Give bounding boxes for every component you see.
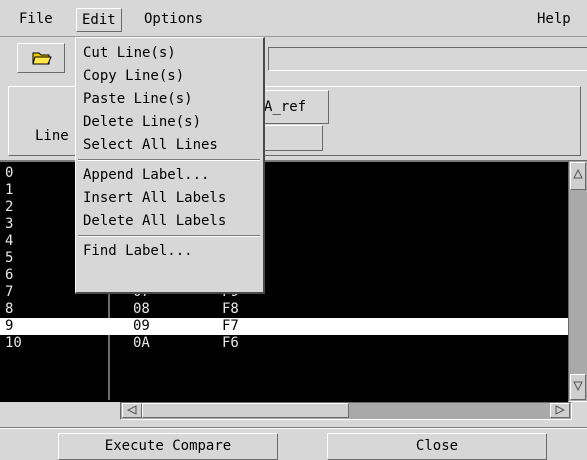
- menu-copy-lines[interactable]: Copy Line(s): [83, 65, 184, 87]
- value-cell: F8: [222, 301, 239, 317]
- menu-separator: [78, 159, 260, 161]
- menu-find-label[interactable]: Find Label...: [83, 240, 193, 262]
- scroll-right-button[interactable]: [550, 403, 570, 418]
- menu-select-all-lines[interactable]: Select All Lines: [83, 134, 218, 156]
- bottom-separator: [0, 427, 587, 429]
- a-ref-label: A_ref: [264, 99, 307, 115]
- menu-separator: [78, 235, 260, 237]
- vertical-scrollbar[interactable]: [568, 160, 587, 402]
- line-cell: 2: [5, 199, 14, 215]
- line-cell: 5: [5, 250, 14, 266]
- execute-compare-button[interactable]: Execute Compare: [58, 433, 278, 460]
- line-cell: 3: [5, 216, 14, 232]
- line-cell: 1: [5, 182, 14, 198]
- menu-options[interactable]: Options: [139, 8, 208, 30]
- horizontal-scroll-thumb[interactable]: [142, 403, 349, 418]
- table-row[interactable]: 10 0A F6: [0, 335, 568, 352]
- arrow-right-icon: [555, 405, 565, 415]
- table-row[interactable]: 9 09 F7: [0, 318, 568, 335]
- a-ref-format-box[interactable]: [258, 125, 323, 151]
- line-cell: 6: [5, 267, 14, 283]
- menu-insert-all-labels[interactable]: Insert All Labels: [83, 187, 226, 209]
- table-row[interactable]: 8 08 F8: [0, 301, 568, 318]
- line-cell: 8: [5, 301, 14, 317]
- edit-dropdown-menu: Cut Line(s) Copy Line(s) Paste Line(s) D…: [75, 37, 265, 294]
- menu-cut-lines[interactable]: Cut Line(s): [83, 42, 176, 64]
- line-cell: 10: [5, 335, 22, 351]
- arrow-left-icon: [127, 405, 137, 415]
- line-cell: 9: [5, 318, 14, 334]
- toolbar-text-field[interactable]: [268, 47, 587, 71]
- scroll-up-button[interactable]: [570, 162, 586, 190]
- folder-open-icon: [32, 50, 52, 66]
- line-cell: 0: [5, 165, 14, 181]
- menu-append-label[interactable]: Append Label...: [83, 164, 209, 186]
- line-column-header: Line: [35, 128, 69, 144]
- value-cell: F6: [222, 335, 239, 351]
- scroll-down-button[interactable]: [570, 374, 586, 400]
- a-ref-cell: 08: [133, 301, 150, 317]
- arrow-up-icon: [573, 169, 583, 179]
- open-file-button[interactable]: [17, 43, 65, 73]
- menu-delete-all-labels[interactable]: Delete All Labels: [83, 210, 226, 232]
- menu-paste-lines[interactable]: Paste Line(s): [83, 88, 193, 110]
- close-button[interactable]: Close: [327, 433, 547, 460]
- value-cell: F7: [222, 318, 239, 334]
- scroll-left-button[interactable]: [122, 403, 142, 418]
- a-ref-cell: 09: [133, 318, 150, 334]
- menu-help[interactable]: Help: [532, 8, 576, 30]
- line-cell: 7: [5, 284, 14, 300]
- menu-edit[interactable]: Edit: [76, 8, 122, 32]
- arrow-down-icon: [573, 381, 583, 391]
- menu-delete-lines[interactable]: Delete Line(s): [83, 111, 201, 133]
- menu-file[interactable]: File: [14, 8, 58, 30]
- line-cell: 4: [5, 233, 14, 249]
- a-ref-cell: 0A: [133, 335, 150, 351]
- menubar: File Edit Options Help: [0, 0, 587, 37]
